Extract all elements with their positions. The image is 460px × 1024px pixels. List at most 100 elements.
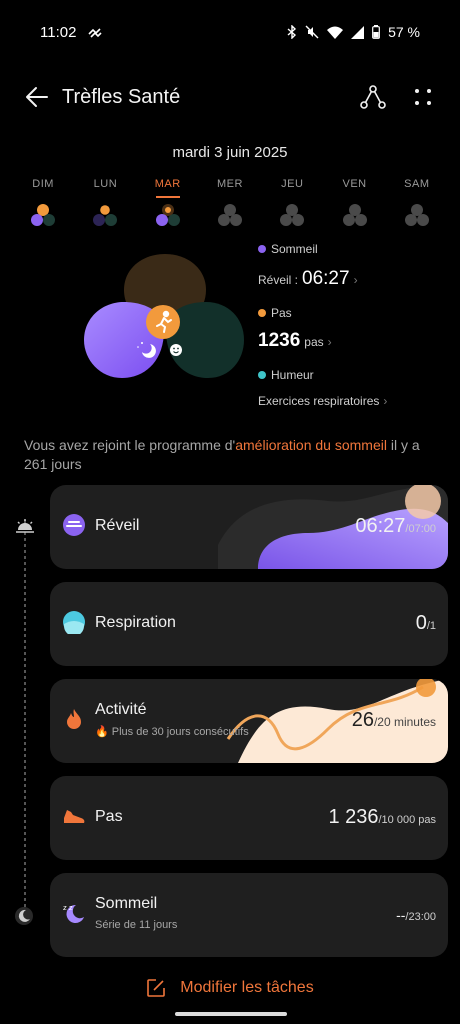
- task-card-wake[interactable]: Réveil 06:27/07:00: [50, 485, 448, 569]
- day-sat[interactable]: SAM: [386, 178, 448, 228]
- day-label: DIM: [32, 178, 54, 190]
- wake-card-value: 06:27/07:00: [355, 515, 436, 538]
- active-day-underline: [155, 196, 180, 198]
- night-moon-icon: [15, 907, 33, 925]
- day-label: VEN: [342, 178, 367, 190]
- steps-card-value: 1 236/10 000 pas: [328, 806, 436, 829]
- day-label: SAM: [404, 178, 430, 190]
- timeline-line: [24, 520, 26, 908]
- activity-card-title: Activité: [95, 701, 147, 718]
- wifi-icon: [327, 26, 344, 39]
- steps-metric-row[interactable]: 1236 pas ›: [258, 330, 438, 352]
- chevron-right-icon: ›: [327, 335, 332, 349]
- clover-mini-icon: [279, 204, 305, 228]
- clover-mood-petal: [166, 302, 244, 378]
- program-info: Vous avez rejoint le programme d'amélior…: [24, 436, 434, 474]
- day-fri[interactable]: VEN: [323, 178, 385, 228]
- day-thu[interactable]: JEU: [261, 178, 323, 228]
- breathing-card-title: Respiration: [95, 614, 176, 631]
- clover-mini-icon: [92, 204, 118, 228]
- health-clover-graphic[interactable]: [80, 252, 250, 412]
- activity-card-value: 26/20 minutes: [352, 709, 436, 732]
- steps-label-text: Pas: [271, 306, 292, 320]
- svg-text:z z: z z: [63, 904, 73, 912]
- edit-tasks-label: Modifier les tâches: [180, 979, 314, 996]
- wake-value: 06:27: [355, 515, 406, 537]
- steps-count-value: 1236: [258, 330, 301, 351]
- edit-icon: [147, 979, 166, 997]
- breathing-card-value: 0/1: [416, 612, 436, 635]
- sleep-card-value: --/23:00: [396, 907, 436, 923]
- program-link[interactable]: amélioration du sommeil: [235, 437, 387, 453]
- status-bar: 11:02 57 %: [0, 0, 460, 66]
- day-mon[interactable]: LUN: [74, 178, 136, 228]
- shoe-icon: [64, 810, 85, 823]
- flame-icon: [67, 709, 81, 729]
- breathing-link[interactable]: Exercices respiratoires ›: [258, 394, 438, 408]
- sleep-metric-label: Sommeil: [258, 242, 438, 256]
- selected-date: mardi 3 juin 2025: [172, 144, 288, 161]
- alarm-wake-icon: [63, 514, 85, 536]
- task-card-sleep[interactable]: z z Sommeil Série de 11 jours --/23:00: [50, 873, 448, 957]
- sleep-card-subtitle: Série de 11 jours: [95, 919, 178, 931]
- share-icon[interactable]: [360, 84, 386, 110]
- clover-mini-icon: [342, 204, 368, 228]
- breathing-icon: [63, 611, 85, 634]
- activity-target: /20 minutes: [373, 715, 436, 729]
- steps-card-title: Pas: [95, 808, 123, 825]
- day-label: MER: [217, 178, 243, 190]
- mood-metric-label: Humeur: [258, 368, 438, 382]
- app-bar: Trèfles Santé: [0, 76, 460, 120]
- sleep-card-title: Sommeil: [95, 895, 158, 912]
- clover-mini-icon: [404, 204, 430, 228]
- program-prefix: Vous avez rejoint le programme d': [24, 437, 236, 453]
- mute-icon: [305, 25, 319, 39]
- task-card-activity[interactable]: Activité 🔥 Plus de 30 jours consécutifs …: [50, 679, 448, 763]
- breathing-link-text: Exercices respiratoires: [258, 394, 380, 408]
- signal-icon: [351, 25, 365, 39]
- wake-target: /07:00: [405, 523, 436, 535]
- page-title: Trèfles Santé: [62, 86, 181, 108]
- wake-time-value: 06:27: [302, 268, 350, 289]
- clover-mini-icon: [30, 204, 56, 228]
- home-indicator[interactable]: [175, 1012, 287, 1016]
- wake-metric-row[interactable]: Réveil : 06:27 ›: [258, 268, 438, 290]
- day-label: JEU: [281, 178, 304, 190]
- clover-metrics: Sommeil Réveil : 06:27 › Pas 1236 pas › …: [258, 240, 438, 408]
- status-time: 11:02: [40, 24, 77, 41]
- task-card-breathing[interactable]: Respiration 0/1: [50, 582, 448, 666]
- steps-unit: pas: [304, 335, 324, 349]
- steps-metric-label: Pas: [258, 306, 438, 320]
- back-arrow-icon[interactable]: [24, 84, 50, 110]
- clover-mini-icon: [155, 204, 181, 228]
- day-wed[interactable]: MER: [199, 178, 261, 228]
- week-selector: DIM LUN MAR MER JEU VEN SAM: [12, 178, 448, 228]
- sleep-dot: [258, 245, 266, 253]
- sleep-label-text: Sommeil: [271, 242, 318, 256]
- sleep-target: /23:00: [405, 911, 436, 923]
- sleep-value: --: [396, 907, 406, 923]
- breathing-value: 0: [415, 612, 427, 634]
- app-notification-icon: [88, 28, 102, 38]
- battery-icon: [372, 25, 380, 39]
- battery-percent: 57 %: [388, 24, 420, 40]
- status-icons: 57 %: [287, 24, 420, 40]
- wake-card-title: Réveil: [95, 517, 140, 534]
- task-card-steps[interactable]: Pas 1 236/10 000 pas: [50, 776, 448, 860]
- day-sun[interactable]: DIM: [12, 178, 74, 228]
- sunrise-icon: [16, 519, 34, 533]
- activity-value: 26: [351, 709, 374, 731]
- sleep-moon-icon: z z: [63, 904, 84, 923]
- activity-card-subtitle: 🔥 Plus de 30 jours consécutifs: [95, 726, 249, 738]
- wake-prefix: Réveil :: [258, 273, 299, 287]
- steps-dot: [258, 309, 266, 317]
- clover-mini-icon: [217, 204, 243, 228]
- chevron-right-icon: ›: [383, 394, 388, 408]
- mood-dot: [258, 371, 266, 379]
- edit-tasks-button[interactable]: Modifier les tâches: [0, 976, 460, 1000]
- day-tue[interactable]: MAR: [137, 178, 199, 228]
- mood-label-text: Humeur: [271, 368, 314, 382]
- steps-target: /10 000 pas: [378, 814, 437, 826]
- bluetooth-icon: [287, 25, 297, 39]
- more-options-icon[interactable]: [410, 84, 436, 110]
